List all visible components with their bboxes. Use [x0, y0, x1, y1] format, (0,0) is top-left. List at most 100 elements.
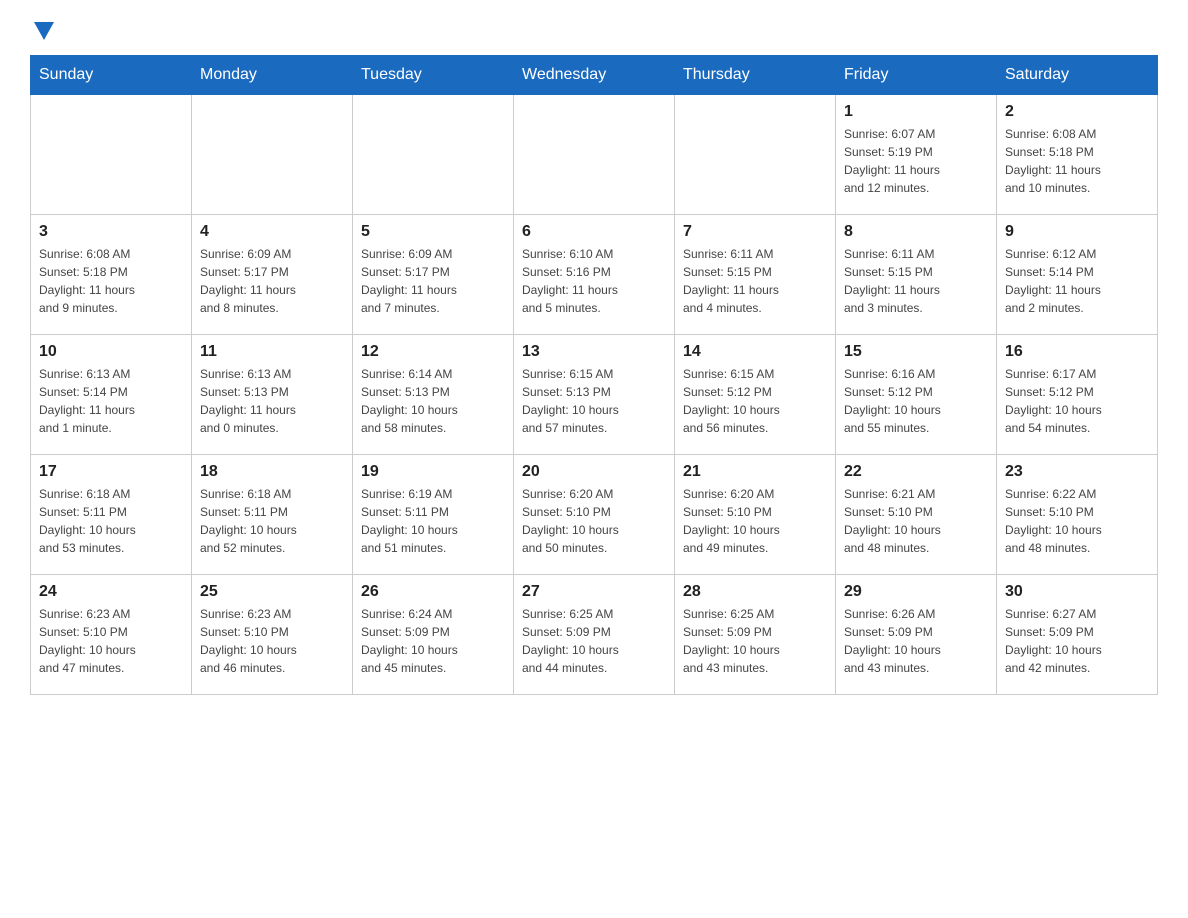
calendar-cell — [192, 95, 353, 215]
day-info: Sunrise: 6:21 AMSunset: 5:10 PMDaylight:… — [844, 485, 988, 557]
day-number: 28 — [683, 583, 827, 601]
day-info: Sunrise: 6:25 AMSunset: 5:09 PMDaylight:… — [683, 605, 827, 677]
day-info: Sunrise: 6:08 AMSunset: 5:18 PMDaylight:… — [1005, 125, 1149, 197]
calendar-cell: 5 Sunrise: 6:09 AMSunset: 5:17 PMDaylight… — [353, 215, 514, 335]
logo — [30, 20, 54, 45]
calendar-cell: 11 Sunrise: 6:13 AMSunset: 5:13 PMDayligh… — [192, 335, 353, 455]
day-info: Sunrise: 6:27 AMSunset: 5:09 PMDaylight:… — [1005, 605, 1149, 677]
day-number: 21 — [683, 463, 827, 481]
calendar-cell — [31, 95, 192, 215]
day-number: 5 — [361, 223, 505, 241]
calendar-cell: 6 Sunrise: 6:10 AMSunset: 5:16 PMDaylight… — [514, 215, 675, 335]
day-info: Sunrise: 6:09 AMSunset: 5:17 PMDaylight:… — [200, 245, 344, 317]
calendar-cell: 2 Sunrise: 6:08 AMSunset: 5:18 PMDaylight… — [997, 95, 1158, 215]
weekday-header-saturday: Saturday — [997, 56, 1158, 95]
calendar-cell: 4 Sunrise: 6:09 AMSunset: 5:17 PMDaylight… — [192, 215, 353, 335]
day-number: 20 — [522, 463, 666, 481]
weekday-header-row: SundayMondayTuesdayWednesdayThursdayFrid… — [31, 56, 1158, 95]
day-info: Sunrise: 6:19 AMSunset: 5:11 PMDaylight:… — [361, 485, 505, 557]
day-number: 1 — [844, 103, 988, 121]
calendar-cell: 16Sunrise: 6:17 AMSunset: 5:12 PMDayligh… — [997, 335, 1158, 455]
day-info: Sunrise: 6:25 AMSunset: 5:09 PMDaylight:… — [522, 605, 666, 677]
day-info: Sunrise: 6:18 AMSunset: 5:11 PMDaylight:… — [200, 485, 344, 557]
day-number: 12 — [361, 343, 505, 361]
day-info: Sunrise: 6:11 AMSunset: 5:15 PMDaylight:… — [683, 245, 827, 317]
calendar-cell: 17Sunrise: 6:18 AMSunset: 5:11 PMDayligh… — [31, 455, 192, 575]
day-info: Sunrise: 6:18 AMSunset: 5:11 PMDaylight:… — [39, 485, 183, 557]
day-number: 30 — [1005, 583, 1149, 601]
day-info: Sunrise: 6:23 AMSunset: 5:10 PMDaylight:… — [200, 605, 344, 677]
day-number: 24 — [39, 583, 183, 601]
calendar-cell: 30 Sunrise: 6:27 AMSunset: 5:09 PMDayligh… — [997, 575, 1158, 695]
day-info: Sunrise: 6:20 AMSunset: 5:10 PMDaylight:… — [522, 485, 666, 557]
day-number: 11 — [200, 343, 344, 361]
calendar-cell: 9 Sunrise: 6:12 AMSunset: 5:14 PMDaylight… — [997, 215, 1158, 335]
calendar-cell — [675, 95, 836, 215]
day-info: Sunrise: 6:22 AMSunset: 5:10 PMDaylight:… — [1005, 485, 1149, 557]
week-row-4: 17Sunrise: 6:18 AMSunset: 5:11 PMDayligh… — [31, 455, 1158, 575]
calendar-cell: 18 Sunrise: 6:18 AMSunset: 5:11 PMDayligh… — [192, 455, 353, 575]
calendar-cell: 8Sunrise: 6:11 AMSunset: 5:15 PMDaylight… — [836, 215, 997, 335]
day-number: 16 — [1005, 343, 1149, 361]
calendar-cell: 29 Sunrise: 6:26 AMSunset: 5:09 PMDayligh… — [836, 575, 997, 695]
day-info: Sunrise: 6:13 AMSunset: 5:14 PMDaylight:… — [39, 365, 183, 437]
calendar-cell: 23 Sunrise: 6:22 AMSunset: 5:10 PMDayligh… — [997, 455, 1158, 575]
calendar-cell: 28 Sunrise: 6:25 AMSunset: 5:09 PMDayligh… — [675, 575, 836, 695]
weekday-header-tuesday: Tuesday — [353, 56, 514, 95]
day-number: 3 — [39, 223, 183, 241]
day-info: Sunrise: 6:15 AMSunset: 5:12 PMDaylight:… — [683, 365, 827, 437]
calendar-cell — [514, 95, 675, 215]
day-number: 8 — [844, 223, 988, 241]
weekday-header-wednesday: Wednesday — [514, 56, 675, 95]
day-info: Sunrise: 6:20 AMSunset: 5:10 PMDaylight:… — [683, 485, 827, 557]
day-number: 18 — [200, 463, 344, 481]
page-header — [30, 20, 1158, 45]
day-number: 22 — [844, 463, 988, 481]
day-info: Sunrise: 6:07 AMSunset: 5:19 PMDaylight:… — [844, 125, 988, 197]
calendar-cell: 20 Sunrise: 6:20 AMSunset: 5:10 PMDayligh… — [514, 455, 675, 575]
day-info: Sunrise: 6:23 AMSunset: 5:10 PMDaylight:… — [39, 605, 183, 677]
day-number: 19 — [361, 463, 505, 481]
calendar-cell: 25Sunrise: 6:23 AMSunset: 5:10 PMDayligh… — [192, 575, 353, 695]
calendar-cell: 21 Sunrise: 6:20 AMSunset: 5:10 PMDayligh… — [675, 455, 836, 575]
week-row-5: 24 Sunrise: 6:23 AMSunset: 5:10 PMDayligh… — [31, 575, 1158, 695]
calendar-cell: 22 Sunrise: 6:21 AMSunset: 5:10 PMDayligh… — [836, 455, 997, 575]
logo-triangle-icon — [34, 22, 54, 40]
weekday-header-sunday: Sunday — [31, 56, 192, 95]
day-number: 14 — [683, 343, 827, 361]
day-info: Sunrise: 6:26 AMSunset: 5:09 PMDaylight:… — [844, 605, 988, 677]
week-row-1: 1 Sunrise: 6:07 AMSunset: 5:19 PMDaylight… — [31, 95, 1158, 215]
calendar-cell: 10 Sunrise: 6:13 AMSunset: 5:14 PMDayligh… — [31, 335, 192, 455]
week-row-2: 3 Sunrise: 6:08 AMSunset: 5:18 PMDaylight… — [31, 215, 1158, 335]
weekday-header-thursday: Thursday — [675, 56, 836, 95]
calendar-cell: 13Sunrise: 6:15 AMSunset: 5:13 PMDayligh… — [514, 335, 675, 455]
day-number: 6 — [522, 223, 666, 241]
day-number: 13 — [522, 343, 666, 361]
day-info: Sunrise: 6:08 AMSunset: 5:18 PMDaylight:… — [39, 245, 183, 317]
day-number: 2 — [1005, 103, 1149, 121]
calendar-cell: 1 Sunrise: 6:07 AMSunset: 5:19 PMDaylight… — [836, 95, 997, 215]
day-info: Sunrise: 6:24 AMSunset: 5:09 PMDaylight:… — [361, 605, 505, 677]
day-number: 7 — [683, 223, 827, 241]
calendar-cell: 27Sunrise: 6:25 AMSunset: 5:09 PMDayligh… — [514, 575, 675, 695]
day-number: 4 — [200, 223, 344, 241]
day-info: Sunrise: 6:10 AMSunset: 5:16 PMDaylight:… — [522, 245, 666, 317]
calendar-cell: 12 Sunrise: 6:14 AMSunset: 5:13 PMDayligh… — [353, 335, 514, 455]
calendar-table: SundayMondayTuesdayWednesdayThursdayFrid… — [30, 55, 1158, 695]
day-info: Sunrise: 6:12 AMSunset: 5:14 PMDaylight:… — [1005, 245, 1149, 317]
calendar-cell: 15Sunrise: 6:16 AMSunset: 5:12 PMDayligh… — [836, 335, 997, 455]
day-info: Sunrise: 6:14 AMSunset: 5:13 PMDaylight:… — [361, 365, 505, 437]
calendar-cell: 7 Sunrise: 6:11 AMSunset: 5:15 PMDaylight… — [675, 215, 836, 335]
calendar-cell: 14 Sunrise: 6:15 AMSunset: 5:12 PMDayligh… — [675, 335, 836, 455]
day-number: 10 — [39, 343, 183, 361]
day-info: Sunrise: 6:13 AMSunset: 5:13 PMDaylight:… — [200, 365, 344, 437]
calendar-cell: 19 Sunrise: 6:19 AMSunset: 5:11 PMDayligh… — [353, 455, 514, 575]
day-number: 23 — [1005, 463, 1149, 481]
calendar-cell — [353, 95, 514, 215]
weekday-header-monday: Monday — [192, 56, 353, 95]
day-number: 26 — [361, 583, 505, 601]
day-info: Sunrise: 6:09 AMSunset: 5:17 PMDaylight:… — [361, 245, 505, 317]
day-number: 9 — [1005, 223, 1149, 241]
day-number: 15 — [844, 343, 988, 361]
day-number: 29 — [844, 583, 988, 601]
